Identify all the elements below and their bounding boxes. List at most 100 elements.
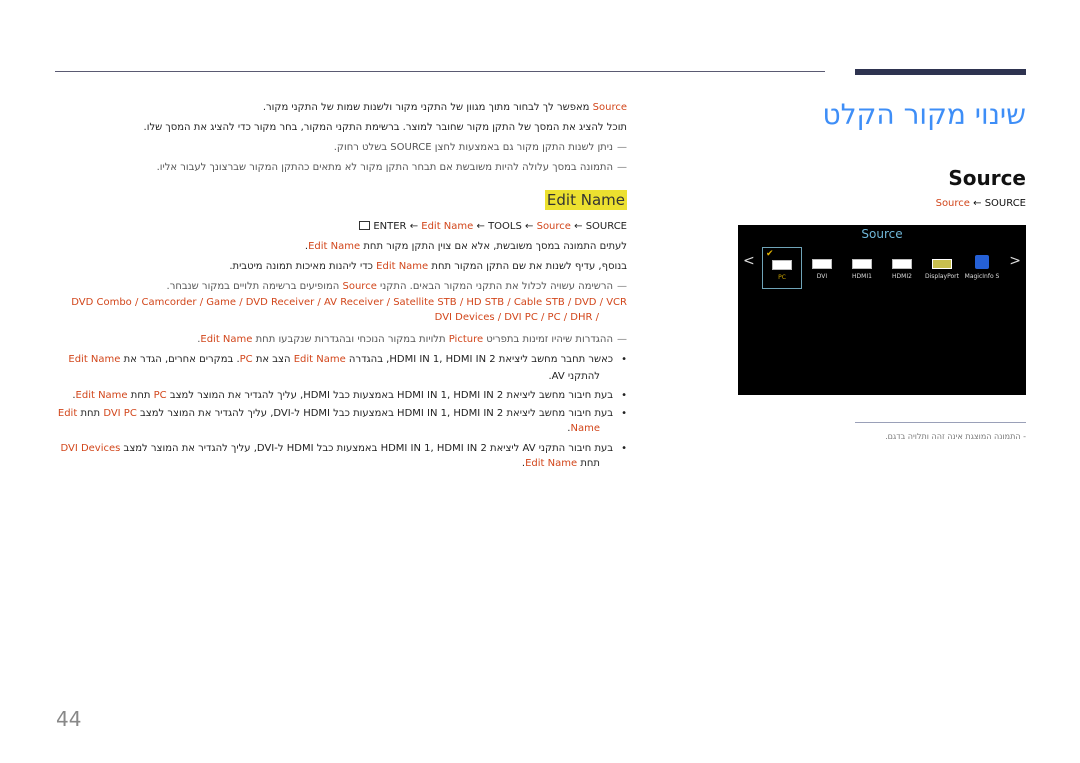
hdmi-port-icon bbox=[852, 259, 872, 269]
osd-item-dvi[interactable]: DVI bbox=[802, 247, 842, 289]
bullet-icon: • bbox=[621, 354, 627, 365]
text: בעת חיבור מחשב ליציאת HDMI IN 1, HDMI IN… bbox=[136, 408, 614, 419]
note-dash-icon: — bbox=[617, 281, 627, 292]
term: DVI PC bbox=[103, 408, 137, 419]
text: לעתים התמונה במסך משובשת, אלא אם צוין הת… bbox=[360, 241, 627, 252]
intro-line-2: תוכל להציג את המסך של התקן מקור שחובר למ… bbox=[143, 122, 627, 133]
intro-line-1: Source מאפשר לך לבחור מתוך מגוון של התקנ… bbox=[263, 98, 627, 118]
checkmark-icon: ✔ bbox=[766, 249, 774, 259]
bullet-icon: • bbox=[621, 443, 627, 454]
osd-source-list: ✔ PC DVI HDMI1 HDMI2 DisplayPort MagicIn… bbox=[762, 247, 1012, 289]
osd-item-label: HDMI2 bbox=[892, 273, 912, 280]
path-sep: ← bbox=[570, 221, 586, 232]
text: בנוסף, עדיף לשנות את שם התקן המקור תחת bbox=[428, 261, 627, 272]
intro-text: מאפשר לך לבחור מתוך מגוון של התקני מקור … bbox=[262, 102, 593, 113]
osd-title: Source bbox=[861, 227, 903, 241]
osd-item-magicinfo[interactable]: MagicInfo S bbox=[962, 247, 1002, 289]
image-caption: - התמונה המוצגת אינה זהה ותלויה בדגם. bbox=[885, 432, 1026, 441]
term: Name bbox=[570, 423, 600, 434]
page-title: שינוי מקור הקלט bbox=[822, 98, 1026, 131]
note-dash-icon: — bbox=[617, 142, 627, 153]
source-term: Source bbox=[342, 281, 377, 292]
path-source-key: SOURCE bbox=[984, 198, 1026, 209]
osd-item-label: MagicInfo S bbox=[964, 273, 1000, 280]
edit-name-term: Edit Name bbox=[376, 261, 429, 272]
text: כדי ליהנות מאיכות תמונה מיטבית. bbox=[229, 261, 377, 272]
term: Edit bbox=[57, 408, 78, 419]
text: המופיעים ברשימה תלויים במקור שנבחר. bbox=[166, 281, 343, 292]
magicinfo-cube-icon bbox=[975, 255, 989, 269]
edit-name-para-2: בנוסף, עדיף לשנות את שם התקן המקור תחת E… bbox=[229, 257, 627, 277]
chevron-left-icon[interactable]: < bbox=[743, 253, 755, 269]
bullet-2: • בעת חיבור מחשב ליציאת HDMI IN 1, HDMI I… bbox=[72, 386, 627, 406]
path-tools: TOOLS bbox=[488, 221, 522, 232]
edit-name-term: Edit Name bbox=[308, 241, 361, 252]
bullet-1: • כאשר תחבר מחשב ליציאת HDMI IN 1, HDMI I… bbox=[68, 350, 627, 370]
device-list-line-2: DVI Devices / DVI PC / PC / DHR / bbox=[434, 312, 599, 323]
text: תחת bbox=[77, 408, 104, 419]
enter-icon bbox=[359, 221, 371, 230]
bullet-icon: • bbox=[621, 408, 627, 419]
source-menu-path: Source ← SOURCE bbox=[936, 198, 1026, 209]
hdmi-port-icon bbox=[892, 259, 912, 269]
source-term: Source bbox=[592, 102, 627, 113]
term: Edit Name bbox=[293, 354, 346, 365]
path-source: Source bbox=[536, 221, 571, 232]
text: ההגדרות שיהיו זמינות בתפריט bbox=[483, 334, 613, 345]
caption-rule bbox=[855, 422, 1026, 423]
source-heading: Source bbox=[948, 166, 1026, 190]
path-sep: ← bbox=[969, 198, 985, 209]
osd-item-pc[interactable]: ✔ PC bbox=[762, 247, 802, 289]
term: Edit Name bbox=[525, 458, 578, 469]
term: Edit Name bbox=[75, 390, 128, 401]
note-text: ניתן לשנות התקן מקור גם באמצעות לחצן SOU… bbox=[333, 142, 613, 153]
osd-item-label: DVI bbox=[816, 273, 828, 280]
note-picture-settings: — ההגדרות שיהיו זמינות בתפריט Picture תלו… bbox=[197, 330, 627, 350]
note-text: התמונה במסך עלולה להיות משובשת אם תבחר ה… bbox=[156, 162, 613, 173]
text: תלויות במקור הנוכחי ובהגדרות שנקבעו תחת bbox=[252, 334, 449, 345]
bullet-icon: • bbox=[621, 390, 627, 401]
osd-item-label: PC bbox=[778, 274, 786, 281]
edit-name-heading: Edit Name bbox=[544, 190, 627, 210]
main-content: Source מאפשר לך לבחור מתוך מגוון של התקנ… bbox=[55, 96, 627, 476]
chevron-right-icon[interactable]: > bbox=[1009, 253, 1021, 269]
osd-item-displayport[interactable]: DisplayPort bbox=[922, 247, 962, 289]
text: . במקרים אחרים, הגדר את bbox=[120, 354, 240, 365]
text: בעת חיבור מחשב ליציאת HDMI IN 1, HDMI IN… bbox=[166, 390, 614, 401]
dvi-port-icon bbox=[812, 259, 832, 269]
source-osd-screen: Source < ✔ PC DVI HDMI1 HDMI2 DisplayPor… bbox=[738, 225, 1026, 395]
term: DVI Devices bbox=[60, 443, 121, 454]
bullet-3: • בעת חיבור מחשב ליציאת HDMI IN 1, HDMI I… bbox=[58, 404, 627, 424]
osd-item-label: HDMI1 bbox=[852, 273, 872, 280]
path-enter: ENTER bbox=[373, 221, 407, 232]
text: הצב את bbox=[252, 354, 294, 365]
text: תחת bbox=[127, 390, 154, 401]
chapter-bar bbox=[855, 69, 1026, 75]
picture-term: Picture bbox=[448, 334, 484, 345]
text: כאשר תחבר מחשב ליציאת HDMI IN 1, HDMI IN… bbox=[345, 354, 614, 365]
vga-port-icon bbox=[772, 260, 792, 270]
displayport-icon bbox=[932, 259, 952, 269]
path-sep: ← bbox=[521, 221, 537, 232]
edit-name-term: Edit Name bbox=[200, 334, 253, 345]
bullet-3-cont: Name. bbox=[567, 419, 600, 439]
top-rule bbox=[55, 71, 825, 72]
text: תחת bbox=[577, 458, 600, 469]
path-source-key: SOURCE bbox=[585, 221, 627, 232]
term: PC bbox=[153, 390, 167, 401]
bullet-4-cont: תחת Edit Name. bbox=[522, 454, 600, 474]
osd-item-hdmi2[interactable]: HDMI2 bbox=[882, 247, 922, 289]
text: בעת חיבור התקני AV ליציאת HDMI IN 1, HDM… bbox=[120, 443, 614, 454]
term: PC bbox=[239, 354, 253, 365]
page-number: 44 bbox=[56, 707, 82, 731]
note-remote: — ניתן לשנות התקן מקור גם באמצעות לחצן SO… bbox=[334, 138, 627, 158]
osd-item-hdmi1[interactable]: HDMI1 bbox=[842, 247, 882, 289]
edit-name-para-1: לעתים התמונה במסך משובשת, אלא אם צוין הת… bbox=[305, 237, 627, 257]
text: הרשימה עשויה לכלול את התקני המקור הבאים.… bbox=[376, 281, 613, 292]
note-distortion: — התמונה במסך עלולה להיות משובשת אם תבחר … bbox=[157, 158, 627, 178]
edit-name-menu-path: ENTER ← Edit Name ← TOOLS ← Source ← SOU… bbox=[359, 217, 627, 237]
note-dash-icon: — bbox=[617, 334, 627, 345]
path-sep: ← bbox=[473, 221, 489, 232]
osd-item-label: DisplayPort bbox=[924, 273, 959, 280]
bullet-1-cont: להתקני AV. bbox=[548, 371, 600, 382]
